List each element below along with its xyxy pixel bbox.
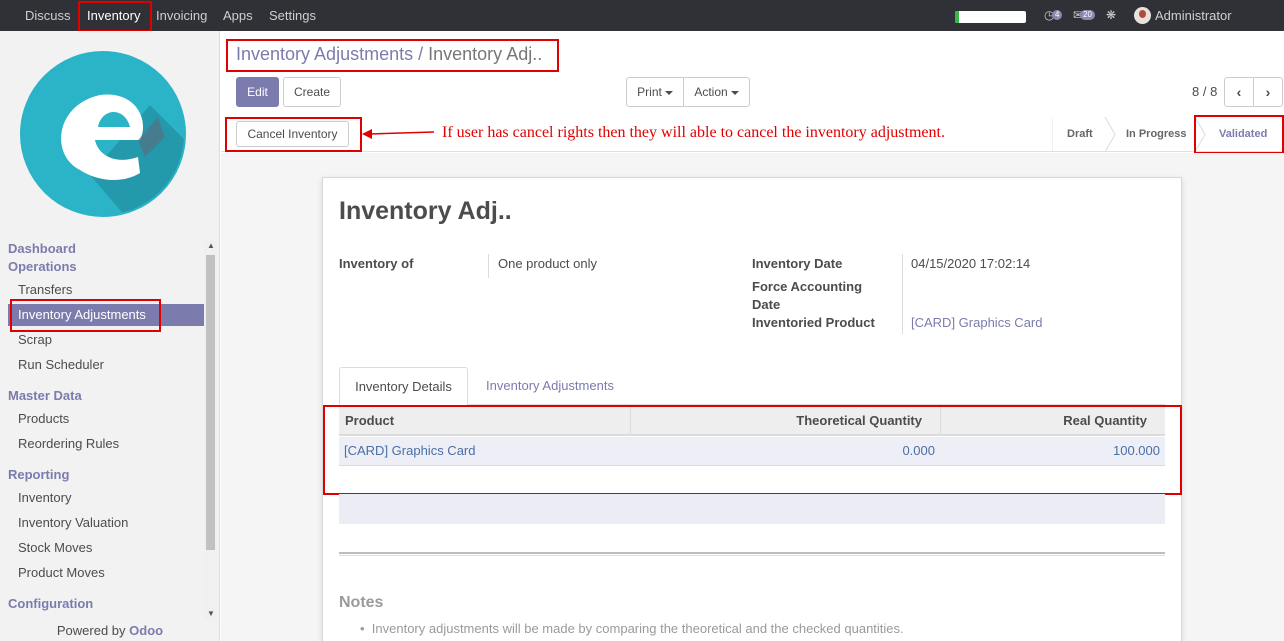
print-label: Print bbox=[637, 85, 662, 99]
menu-settings[interactable]: Settings bbox=[269, 0, 316, 31]
table-footer bbox=[339, 494, 1165, 524]
odoo-link[interactable]: Odoo bbox=[129, 623, 163, 638]
sidebar-item-run-scheduler[interactable]: Run Scheduler bbox=[8, 354, 204, 376]
sidebar-item-products[interactable]: Products bbox=[8, 408, 204, 430]
breadcrumb-separator: / bbox=[418, 44, 424, 64]
cell-real-quantity: 100.000 bbox=[1113, 443, 1160, 458]
record-title: Inventory Adj.. bbox=[339, 197, 512, 225]
tab-inventory-adjustments[interactable]: Inventory Adjustments bbox=[472, 367, 628, 405]
table-row[interactable]: [CARD] Graphics Card 0.000 100.000 bbox=[339, 437, 1165, 466]
print-dropdown[interactable]: Print bbox=[626, 77, 684, 107]
column-theoretical-quantity[interactable]: Theoretical Quantity bbox=[796, 406, 922, 436]
notes-text: • Inventory adjustments will be made by … bbox=[360, 621, 904, 636]
section-divider bbox=[339, 552, 1165, 556]
inventory-date-label: Inventory Date bbox=[752, 256, 843, 271]
create-button[interactable]: Create bbox=[283, 77, 341, 107]
menu-discuss[interactable]: Discuss bbox=[25, 0, 71, 31]
sidebar-item-inventory-valuation[interactable]: Inventory Valuation bbox=[8, 512, 204, 534]
cell-product[interactable]: [CARD] Graphics Card bbox=[344, 437, 475, 465]
sidebar-scrollbar[interactable]: ▲ ▼ bbox=[204, 239, 217, 621]
inventory-date-value: 04/15/2020 17:02:14 bbox=[911, 256, 1031, 271]
sidebar-item-inventory-adjustments[interactable]: Inventory Adjustments bbox=[8, 304, 204, 326]
stage-in-progress[interactable]: In Progress bbox=[1126, 117, 1187, 152]
powered-by: Powered by Odoo bbox=[0, 623, 220, 638]
annotation-arrow-icon bbox=[362, 129, 435, 139]
pager-value[interactable]: 8 / 8 bbox=[1192, 84, 1217, 99]
field-separator bbox=[488, 254, 489, 278]
menu-apps[interactable]: Apps bbox=[223, 0, 253, 31]
column-separator bbox=[630, 406, 631, 436]
column-separator bbox=[940, 406, 941, 436]
force-accounting-date-label: Force Accounting bbox=[752, 279, 863, 294]
menu-inventory[interactable]: Inventory bbox=[87, 0, 140, 31]
caret-down-icon bbox=[730, 90, 739, 95]
force-accounting-date-label-2: Date bbox=[752, 297, 781, 312]
scrollbar-thumb[interactable] bbox=[206, 255, 215, 550]
action-dropdown[interactable]: Action bbox=[683, 77, 750, 107]
sidebar-item-transfers[interactable]: Transfers bbox=[8, 279, 204, 301]
sidebar-heading-dashboard[interactable]: Dashboard bbox=[8, 241, 76, 256]
sidebar-item-product-moves[interactable]: Product Moves bbox=[8, 562, 204, 584]
action-label: Action bbox=[694, 85, 728, 99]
sidebar-heading-master-data[interactable]: Master Data bbox=[8, 388, 82, 403]
inventoried-product-label: Inventoried Product bbox=[752, 315, 875, 330]
sidebar: Dashboard Operations Transfers Inventory… bbox=[0, 31, 220, 641]
notes-heading: Notes bbox=[339, 594, 384, 611]
sidebar-item-stock-moves[interactable]: Stock Moves bbox=[8, 537, 204, 559]
activity-badge: 4 bbox=[1052, 10, 1063, 20]
stage-draft[interactable]: Draft bbox=[1067, 117, 1093, 152]
cell-theoretical-quantity: 0.000 bbox=[902, 443, 935, 458]
cancel-inventory-button[interactable]: Cancel Inventory bbox=[236, 121, 349, 147]
breadcrumb-parent[interactable]: Inventory Adjustments bbox=[236, 44, 413, 64]
scroll-down-icon[interactable]: ▼ bbox=[207, 609, 215, 618]
menu-invoicing[interactable]: Invoicing bbox=[156, 0, 207, 31]
pager-previous-button[interactable]: ‹ bbox=[1224, 77, 1254, 107]
sidebar-item-inventory-report[interactable]: Inventory bbox=[8, 487, 204, 509]
avatar[interactable] bbox=[1134, 7, 1151, 24]
inventoried-product-link[interactable]: [CARD] Graphics Card bbox=[911, 315, 1042, 330]
company-logo bbox=[20, 45, 200, 225]
top-navbar: Discuss Inventory Invoicing Apps Setting… bbox=[0, 0, 1284, 31]
onboarding-progress[interactable] bbox=[955, 11, 1026, 23]
sidebar-item-reordering-rules[interactable]: Reordering Rules bbox=[8, 433, 204, 455]
column-product[interactable]: Product bbox=[345, 406, 394, 436]
notes-text-content: Inventory adjustments will be made by co… bbox=[371, 621, 904, 636]
breadcrumb-current: Inventory Adj.. bbox=[428, 44, 543, 64]
table-header: Product Theoretical Quantity Real Quanti… bbox=[339, 406, 1165, 436]
pager-next-button[interactable]: › bbox=[1253, 77, 1283, 107]
column-real-quantity[interactable]: Real Quantity bbox=[1063, 406, 1147, 436]
inventory-of-value: One product only bbox=[498, 256, 598, 271]
sidebar-item-scrap[interactable]: Scrap bbox=[8, 329, 204, 351]
field-separator bbox=[902, 254, 903, 334]
inventory-of-label: Inventory of bbox=[339, 256, 414, 271]
caret-down-icon bbox=[664, 90, 673, 95]
user-menu[interactable]: Administrator bbox=[1155, 0, 1232, 31]
annotation-text: If user has cancel rights then they will… bbox=[442, 124, 945, 141]
scroll-up-icon[interactable]: ▲ bbox=[207, 241, 215, 250]
message-badge: 20 bbox=[1080, 10, 1095, 20]
sidebar-heading-operations[interactable]: Operations bbox=[8, 259, 77, 274]
powered-by-label: Powered by bbox=[56, 623, 126, 638]
tab-inventory-details[interactable]: Inventory Details bbox=[339, 367, 468, 405]
breadcrumb: Inventory Adjustments / Inventory Adj.. bbox=[236, 44, 542, 65]
sidebar-heading-configuration[interactable]: Configuration bbox=[8, 596, 93, 611]
stage-validated[interactable]: Validated bbox=[1219, 117, 1267, 152]
bug-icon[interactable]: ❋ bbox=[1106, 8, 1116, 22]
sidebar-heading-reporting[interactable]: Reporting bbox=[8, 467, 69, 482]
edit-button[interactable]: Edit bbox=[236, 77, 279, 107]
